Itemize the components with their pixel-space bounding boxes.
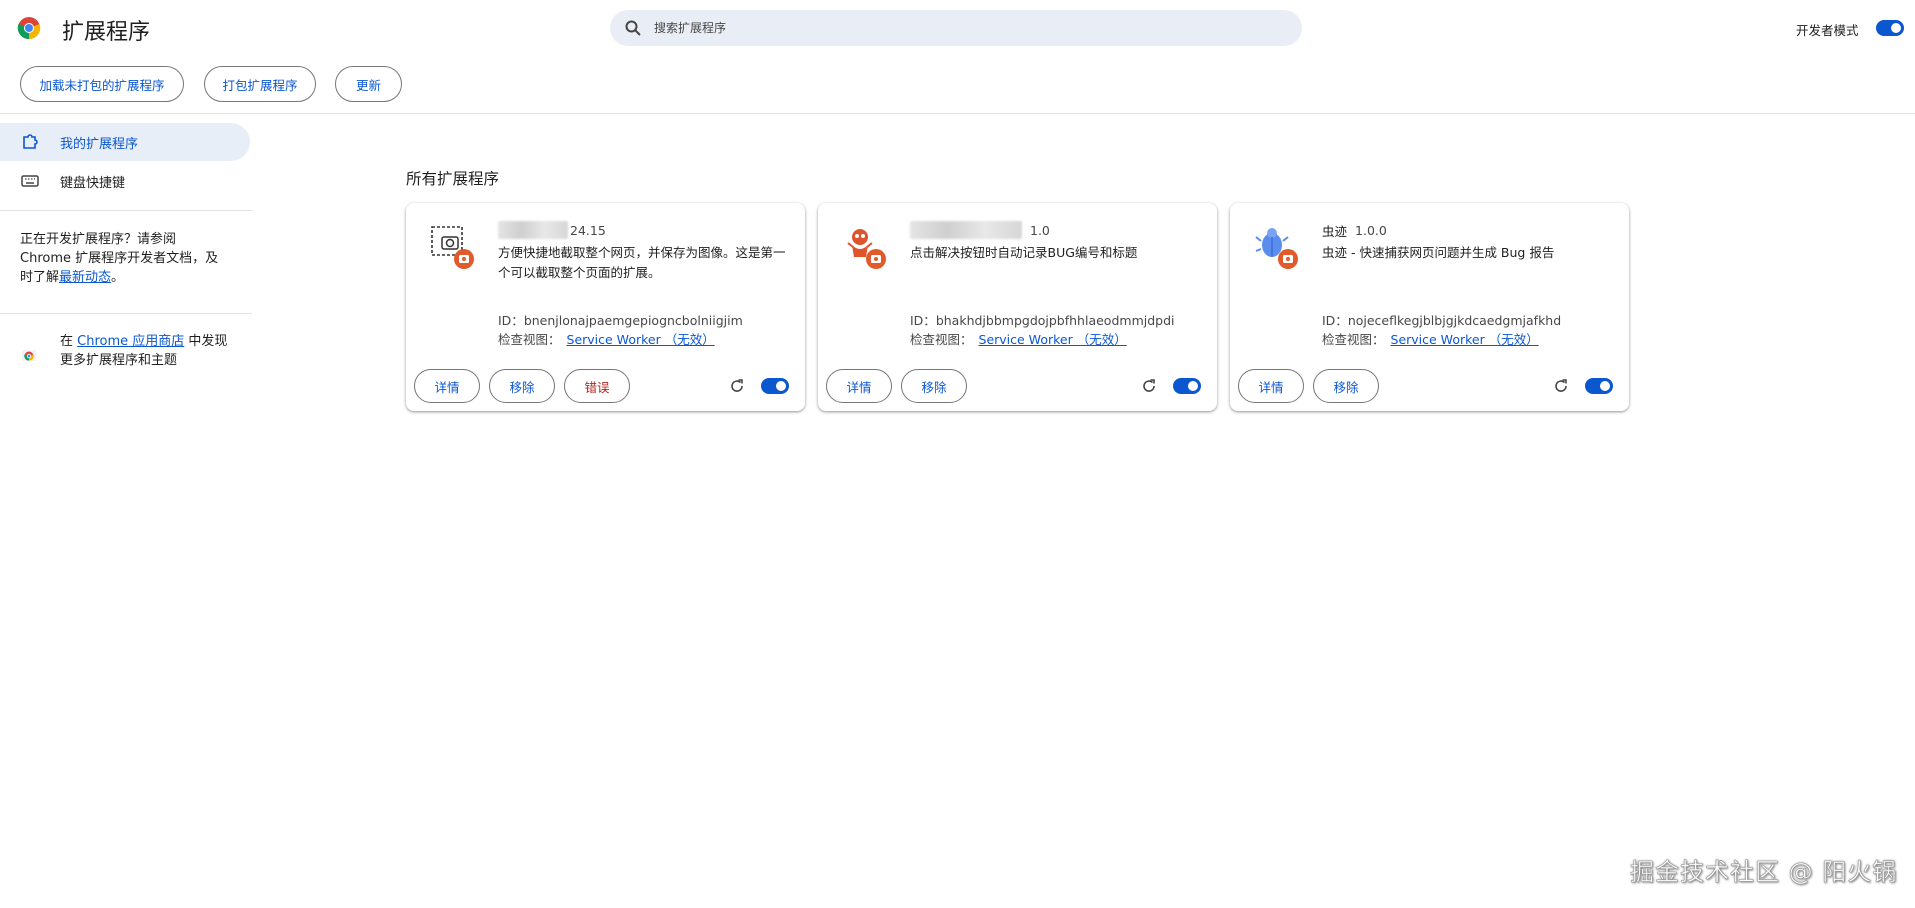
- service-worker-link[interactable]: Service Worker （无效）: [1391, 332, 1539, 347]
- extension-card: 24.15 方便快捷地截取整个网页，并保存为图像。这是第一个可以截取整个页面的扩…: [406, 203, 805, 411]
- remove-button[interactable]: 移除: [901, 369, 967, 403]
- bug-trace-extension-icon: [1255, 228, 1298, 269]
- inspect-views: 检查视图： Service Worker （无效）: [1322, 332, 1539, 347]
- dev-mode-toggle[interactable]: [1876, 20, 1904, 36]
- inspect-views: 检查视图： Service Worker （无效）: [498, 332, 715, 347]
- inspect-views: 检查视图： Service Worker （无效）: [910, 332, 1127, 347]
- search-input[interactable]: [644, 10, 1284, 46]
- extension-version: 24.15: [570, 222, 606, 238]
- screenshot-extension-icon: [431, 226, 474, 269]
- sidebar-item-label: 键盘快捷键: [60, 175, 126, 191]
- extension-enable-toggle[interactable]: [761, 378, 789, 394]
- search-icon: [625, 20, 641, 36]
- section-title: 所有扩展程序: [406, 170, 500, 188]
- sidebar-divider: [0, 313, 252, 314]
- web-store-text: 在 Chrome 应用商店 中发现更多扩展程序和主题: [60, 334, 228, 368]
- watermark: 掘金技术社区 @ 阳火锅: [1630, 858, 1898, 887]
- reload-icon[interactable]: [1552, 377, 1570, 395]
- reload-icon[interactable]: [728, 377, 746, 395]
- extension-name-row: 24.15: [498, 221, 606, 239]
- pack-extension-button[interactable]: 打包扩展程序: [204, 66, 316, 102]
- extension-name: [498, 221, 568, 239]
- sidebar-item-my-extensions[interactable]: 我的扩展程序: [0, 123, 250, 161]
- extension-id: ID：bnenjlonajpaemgepiogncbolniigjim: [498, 313, 743, 328]
- details-button[interactable]: 详情: [414, 369, 480, 403]
- keyboard-icon: [21, 175, 39, 187]
- chrome-web-store-link[interactable]: Chrome 应用商店: [77, 334, 184, 349]
- details-button[interactable]: 详情: [1238, 369, 1304, 403]
- remove-button[interactable]: 移除: [489, 369, 555, 403]
- extension-card: 虫迹 1.0.0 虫迹 - 快速捕获网页问题并生成 Bug 报告 ID：noje…: [1230, 203, 1629, 411]
- extension-name: [910, 221, 1022, 239]
- extension-enable-toggle[interactable]: [1173, 378, 1201, 394]
- extension-version: 1.0.0: [1355, 223, 1387, 238]
- errors-button[interactable]: 错误: [564, 369, 630, 403]
- sidebar-item-label: 我的扩展程序: [60, 136, 139, 152]
- extension-enable-toggle[interactable]: [1585, 378, 1613, 394]
- sidebar-item-keyboard-shortcuts[interactable]: 键盘快捷键: [0, 162, 250, 200]
- service-worker-link[interactable]: Service Worker （无效）: [567, 332, 715, 347]
- extension-name: 虫迹: [1322, 224, 1348, 239]
- toolbar-divider: [0, 113, 1915, 114]
- extension-id: ID：bhakhdjbbmpgdojpbfhhlaeodmmjdpdi: [910, 313, 1175, 328]
- dev-mode-label: 开发者模式: [1796, 23, 1859, 38]
- extension-id: ID：nojeceflkegjblbjgjkdcaedgmjafkhd: [1322, 313, 1562, 328]
- reload-icon[interactable]: [1140, 377, 1158, 395]
- extension-card: 1.0 点击解决按钮时自动记录BUG编号和标题 ID：bhakhdjbbmpgd…: [818, 203, 1217, 411]
- extension-description: 点击解决按钮时自动记录BUG编号和标题: [910, 245, 1138, 260]
- dev-docs-text: 正在开发扩展程序？请参阅 Chrome 扩展程序开发者文档，及时了解最新动态。: [20, 232, 219, 285]
- sidebar-divider: [0, 210, 252, 211]
- search-box[interactable]: [610, 10, 1302, 46]
- details-button[interactable]: 详情: [826, 369, 892, 403]
- chrome-web-store-icon: [22, 350, 36, 361]
- chrome-logo-icon: [17, 17, 41, 40]
- remove-button[interactable]: 移除: [1313, 369, 1379, 403]
- extension-description: 方便快捷地截取整个网页，并保存为图像。这是第一个可以截取整个页面的扩展。: [498, 245, 786, 280]
- latest-news-link[interactable]: 最新动态: [59, 270, 111, 285]
- extension-description: 虫迹 - 快速捕获网页问题并生成 Bug 报告: [1322, 245, 1555, 260]
- service-worker-link[interactable]: Service Worker （无效）: [979, 332, 1127, 347]
- bug-recorder-extension-icon: [847, 229, 886, 269]
- extension-name-row: 虫迹 1.0.0: [1322, 221, 1387, 240]
- update-button[interactable]: 更新: [335, 66, 402, 102]
- header: 扩展程序 开发者模式: [0, 0, 1915, 56]
- extension-version: 1.0: [1030, 222, 1050, 238]
- load-unpacked-button[interactable]: 加载未打包的扩展程序: [20, 66, 184, 102]
- puzzle-icon: [23, 134, 38, 149]
- extension-name-row: 1.0: [910, 221, 1050, 239]
- page-title: 扩展程序: [62, 20, 151, 45]
